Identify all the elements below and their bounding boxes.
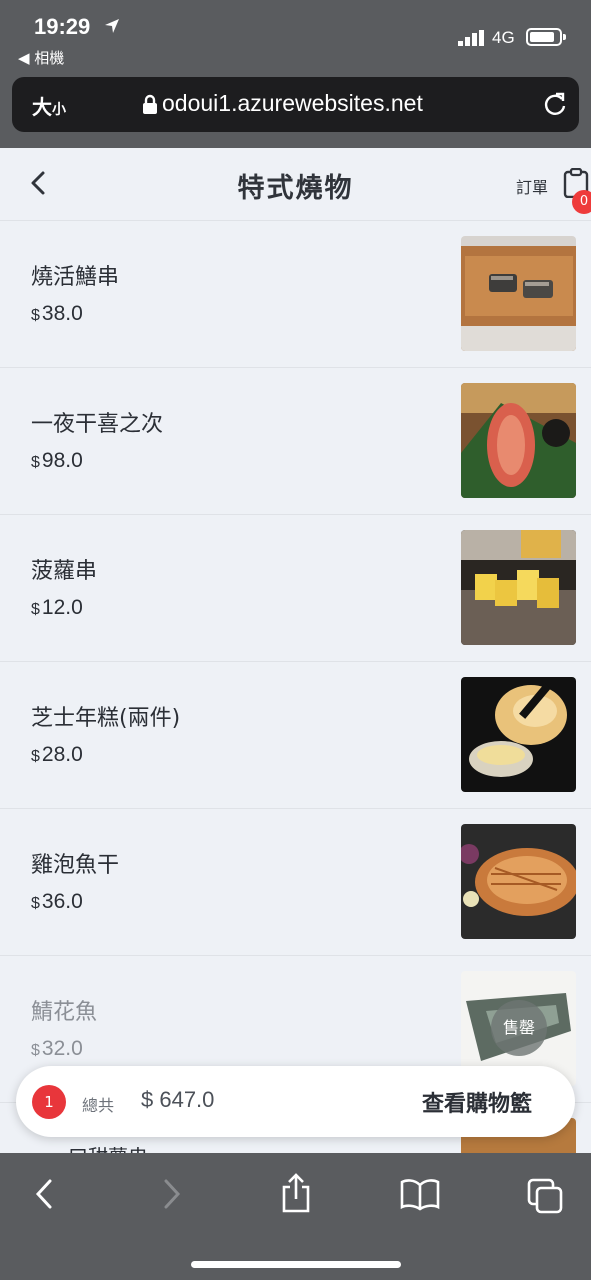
- item-name: 一夜干喜之次: [31, 412, 164, 437]
- network-type: 4G: [492, 28, 515, 47]
- item-name: 鯖花魚: [31, 1000, 98, 1025]
- home-indicator: [191, 1261, 401, 1268]
- item-price: $12.0: [31, 596, 83, 619]
- item-name: 雞泡魚干: [31, 853, 120, 878]
- back-icon[interactable]: [30, 1177, 58, 1211]
- cart-count-badge: 1: [32, 1085, 66, 1119]
- item-name: 菠蘿串: [31, 559, 98, 584]
- item-price: $98.0: [31, 449, 83, 472]
- list-item[interactable]: 一夜干喜之次 $98.0: [0, 368, 591, 515]
- item-name: 芝士年糕(兩件): [31, 706, 181, 731]
- tabs-icon[interactable]: [526, 1177, 564, 1215]
- item-price: $28.0: [31, 743, 83, 766]
- bookmarks-icon[interactable]: [400, 1177, 440, 1211]
- food-photo[interactable]: [461, 530, 576, 645]
- reload-icon[interactable]: [542, 91, 568, 117]
- item-price: $36.0: [31, 890, 83, 913]
- back-to-camera-link[interactable]: ◀ 相機: [18, 47, 64, 68]
- page-header: 特式燒物 訂單 0: [0, 148, 591, 221]
- cart-bar[interactable]: 1 總共 $ 647.0 查看購物籃: [16, 1066, 575, 1137]
- orders-link[interactable]: 訂單: [516, 174, 548, 198]
- signal-icon: [458, 30, 484, 46]
- total-value: $ 647.0: [141, 1087, 215, 1112]
- battery-icon: [526, 28, 566, 46]
- text-size-button[interactable]: 大小: [32, 91, 66, 120]
- status-bar: 19:29 ◀ 相機 4G 大小 odoui1.azurewebsites.ne…: [0, 0, 591, 148]
- forward-icon[interactable]: [158, 1177, 186, 1211]
- item-price: $38.0: [31, 302, 83, 325]
- lock-icon: [143, 94, 157, 114]
- browser-toolbar: [0, 1153, 591, 1280]
- total-label: 總共: [82, 1096, 115, 1115]
- food-photo[interactable]: [461, 677, 576, 792]
- list-item[interactable]: 雞泡魚干 $36.0: [0, 809, 591, 956]
- page-title: 特式燒物: [237, 173, 354, 204]
- list-item[interactable]: 芝士年糕(兩件) $28.0: [0, 662, 591, 809]
- list-item[interactable]: 燒活鱔串 $38.0: [0, 221, 591, 368]
- item-price: $32.0: [31, 1037, 83, 1060]
- view-cart-button[interactable]: 查看購物籃: [422, 1086, 532, 1118]
- item-name: 燒活鱔串: [31, 265, 120, 290]
- url-text[interactable]: odoui1.azurewebsites.net: [162, 90, 423, 117]
- list-item[interactable]: 菠蘿串 $12.0: [0, 515, 591, 662]
- food-photo[interactable]: [461, 383, 576, 498]
- order-count-badge: 0: [572, 190, 591, 214]
- location-arrow-icon: [105, 19, 119, 33]
- sold-out-badge: 售罄: [491, 1000, 547, 1056]
- clock: 19:29: [34, 14, 91, 39]
- food-photo[interactable]: [461, 236, 576, 351]
- share-icon[interactable]: [280, 1173, 312, 1215]
- food-photo[interactable]: [461, 824, 576, 939]
- address-bar[interactable]: 大小 odoui1.azurewebsites.net: [12, 77, 579, 132]
